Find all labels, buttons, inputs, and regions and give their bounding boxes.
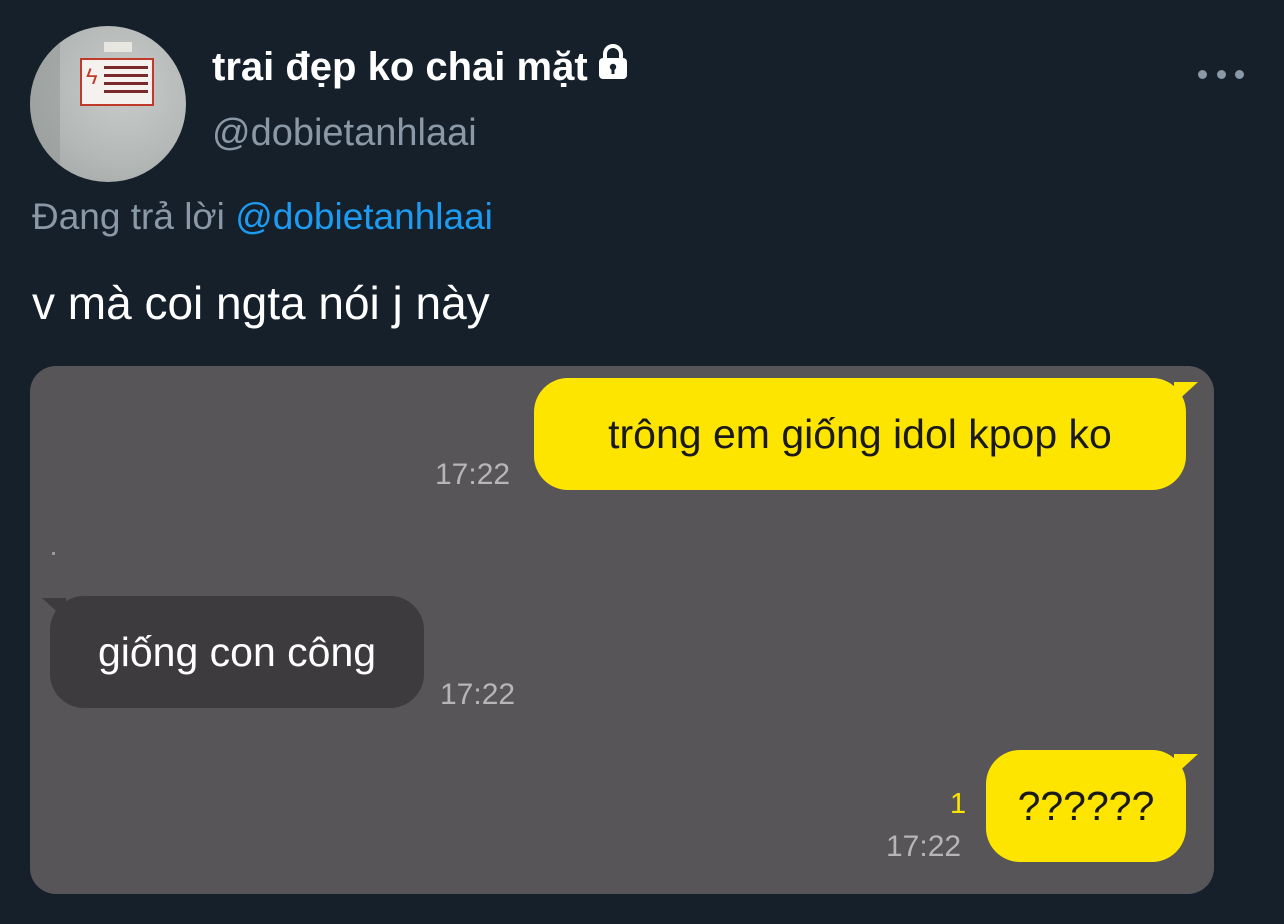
avatar-warning-sign: ϟ (80, 58, 154, 106)
avatar-wall-shadow (30, 26, 60, 182)
unread-count: 1 (950, 788, 967, 820)
user-handle[interactable]: @dobietanhlaai (212, 112, 477, 155)
stray-dot (52, 552, 55, 555)
message-text: trông em giống idol kpop ko (608, 410, 1112, 457)
more-dot (1235, 69, 1244, 79)
lock-icon (596, 44, 630, 90)
bubble-tail (42, 598, 66, 620)
tweet-text: v mà coi ngta nói j này (32, 277, 490, 329)
display-name[interactable]: trai đẹp ko chai mặt (212, 45, 588, 90)
message-time: 17:22 (440, 678, 516, 711)
message-text: giống con công (97, 628, 377, 675)
more-dot (1198, 69, 1207, 79)
more-options-icon[interactable] (1198, 62, 1244, 86)
chat-screenshot-image[interactable]: trông em giống idol kpop ko 17:22 giống … (30, 366, 1214, 894)
chat-bubble-received: giống con công (50, 596, 424, 708)
display-name-row[interactable]: trai đẹp ko chai mặt (212, 44, 630, 90)
replying-label: Đang trả lời (32, 196, 236, 237)
bubble-tail (1174, 754, 1198, 776)
more-dot (1216, 69, 1226, 79)
profile-avatar[interactable]: ϟ (30, 26, 186, 182)
bubble-tail (1174, 382, 1198, 404)
message-time: 17:22 (435, 458, 511, 491)
replying-to-line: Đang trả lời @dobietanhlaai (32, 196, 493, 238)
sign-text-lines (104, 66, 148, 98)
chat-bubble-sent: trông em giống idol kpop ko (534, 378, 1186, 490)
avatar-plate (104, 42, 132, 52)
message-text: ?????? (1017, 782, 1155, 829)
lightning-icon: ϟ (86, 64, 98, 89)
reply-mention-link[interactable]: @dobietanhlaai (235, 196, 493, 237)
message-time: 17:22 (886, 830, 962, 863)
chat-bubble-sent: ?????? (986, 750, 1186, 862)
